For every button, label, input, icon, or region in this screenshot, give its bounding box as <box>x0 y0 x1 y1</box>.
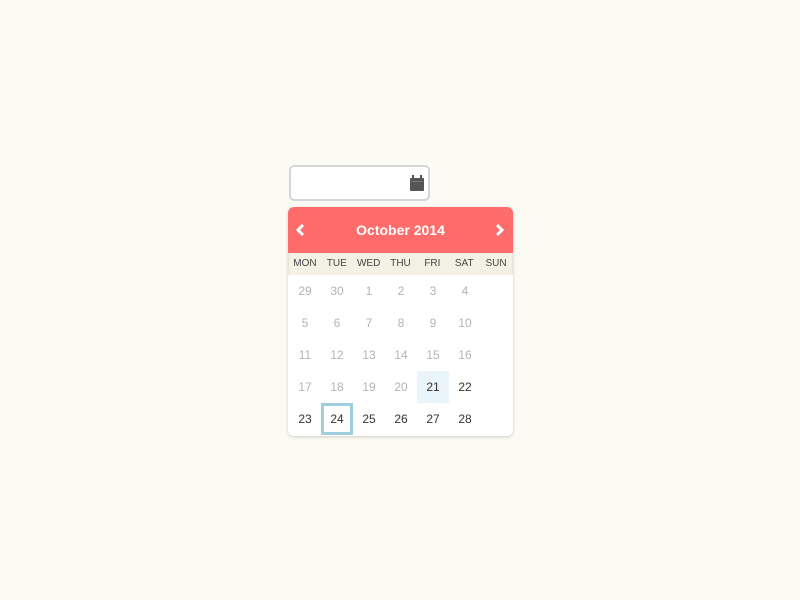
next-month-button[interactable] <box>489 220 509 240</box>
day-cell[interactable]: 1 <box>385 435 417 436</box>
date-input-field[interactable] <box>289 165 430 201</box>
day-cell[interactable]: 20 <box>385 371 417 403</box>
day-cell[interactable]: 31 <box>353 435 385 436</box>
day-cell[interactable]: 11 <box>289 339 321 371</box>
day-cell[interactable]: 2 <box>385 275 417 307</box>
weekday-label: THU <box>390 258 411 269</box>
day-cell[interactable]: 3 <box>417 275 449 307</box>
day-cell-selected[interactable]: 24 <box>321 403 353 435</box>
day-cell[interactable]: 7 <box>353 307 385 339</box>
weekday-label: FRI <box>424 258 441 269</box>
day-cell[interactable]: 18 <box>321 371 353 403</box>
day-cell[interactable]: 9 <box>417 307 449 339</box>
day-cell[interactable]: 17 <box>289 371 321 403</box>
day-cell[interactable]: 10 <box>449 307 481 339</box>
day-cell[interactable]: 29 <box>289 435 321 436</box>
day-cell[interactable]: 2 <box>417 435 449 436</box>
weekday-label: MON <box>293 258 317 269</box>
day-cell[interactable]: 8 <box>385 307 417 339</box>
calendar-header: October 2014 <box>288 207 513 253</box>
day-cell[interactable]: 26 <box>385 403 417 435</box>
weekday-label: TUE <box>326 258 347 269</box>
day-cell-today[interactable]: 21 <box>417 371 449 403</box>
weekday-label: SAT <box>454 258 474 269</box>
weekday-label: WED <box>356 258 381 269</box>
day-cell[interactable]: 12 <box>321 339 353 371</box>
day-grid: 29 30 1 2 3 4 5 6 7 8 9 10 11 12 13 14 15 16 17 18 19 20 21 22 2… <box>288 275 513 436</box>
day-cell[interactable]: 4 <box>449 275 481 307</box>
day-cell[interactable]: 5 <box>289 307 321 339</box>
day-cell[interactable]: 15 <box>417 339 449 371</box>
day-cell[interactable]: 30 <box>321 435 353 436</box>
date-input[interactable] <box>297 173 401 195</box>
day-cell[interactable]: 30 <box>321 275 353 307</box>
calendar-icon[interactable] <box>410 175 424 191</box>
day-cell[interactable]: 19 <box>353 371 385 403</box>
day-cell[interactable]: 28 <box>449 403 481 435</box>
day-cell[interactable]: 16 <box>449 339 481 371</box>
weekday-label: SUN <box>485 258 507 269</box>
calendar-popup: October 2014 MON TUE WED THU FRI SAT SUN… <box>288 207 513 436</box>
day-cell[interactable]: 1 <box>353 275 385 307</box>
weekday-header: MON TUE WED THU FRI SAT SUN <box>288 253 513 275</box>
month-title: October 2014 <box>356 222 445 238</box>
day-cell[interactable]: 23 <box>289 403 321 435</box>
day-cell[interactable]: 27 <box>417 403 449 435</box>
day-cell[interactable]: 6 <box>321 307 353 339</box>
day-cell[interactable]: 13 <box>353 339 385 371</box>
chevron-right-icon <box>495 224 504 236</box>
day-cell[interactable]: 25 <box>353 403 385 435</box>
day-cell[interactable]: 29 <box>289 275 321 307</box>
day-cell[interactable]: 14 <box>385 339 417 371</box>
day-cell[interactable]: 22 <box>449 371 481 403</box>
